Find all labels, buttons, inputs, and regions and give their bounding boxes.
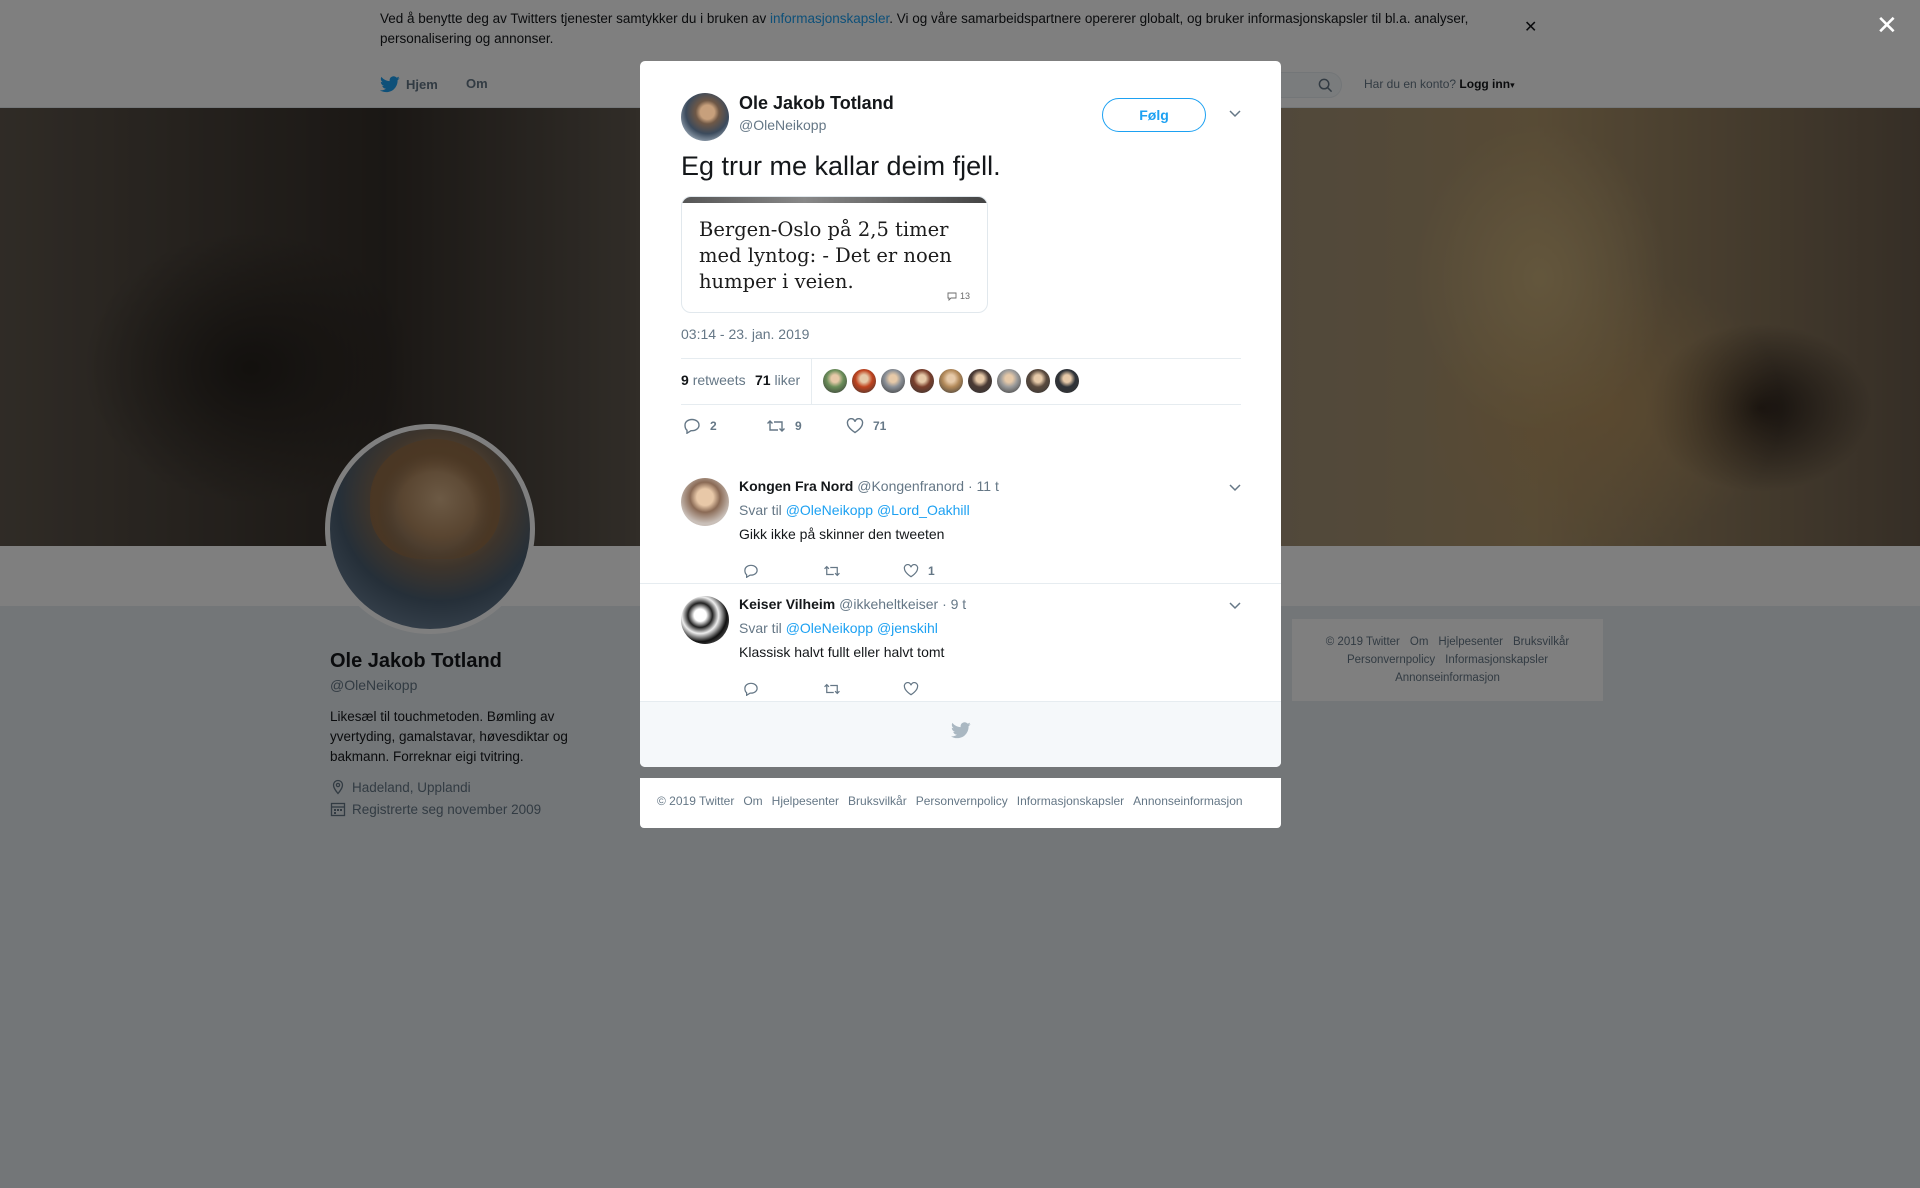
reply-to-label: Svar til <box>739 502 782 518</box>
liker-avatar[interactable] <box>939 369 963 393</box>
reply-text: Klassisk halvt fullt eller halvt tomt <box>739 644 945 660</box>
liker-avatar[interactable] <box>852 369 876 393</box>
footer-link[interactable]: Bruksvilkår <box>848 794 907 808</box>
likes-label: liker <box>774 372 801 388</box>
footer-link[interactable]: © 2019 Twitter <box>657 794 734 808</box>
retweet-icon <box>824 565 840 577</box>
reply-icon <box>744 682 758 696</box>
tweet-text: Eg trur me kallar deim fjell. <box>681 151 1001 181</box>
reply-to-label: Svar til <box>739 620 782 636</box>
reply-author-name[interactable]: Kongen Fra Nord <box>739 478 853 494</box>
reply-action[interactable] <box>743 564 823 578</box>
reply-action[interactable] <box>743 682 823 696</box>
card-image <box>682 197 987 203</box>
card-headline: Bergen-Oslo på 2,5 timer med lyntog: - D… <box>699 218 952 293</box>
tweet-author-avatar[interactable] <box>681 93 729 141</box>
reply-header: Kongen Fra Nord @Kongenfranord · 11 t <box>739 478 999 494</box>
tweet-actions: 2 9 71 <box>683 418 886 434</box>
chevron-down-icon[interactable] <box>1228 480 1242 494</box>
liker-avatar[interactable] <box>881 369 905 393</box>
mention-link[interactable]: @Lord_Oakhill <box>877 502 970 518</box>
likes-count: 71 <box>755 372 771 388</box>
link-preview-card[interactable]: Bergen-Oslo på 2,5 timer med lyntog: - D… <box>681 196 988 313</box>
retweet-action[interactable] <box>823 682 903 696</box>
liker-avatar[interactable] <box>910 369 934 393</box>
reply-time[interactable]: · 11 t <box>968 478 999 494</box>
card-comment-count: 13 <box>947 291 970 301</box>
twitter-bird-icon <box>951 722 971 739</box>
reply-author-name[interactable]: Keiser Vilheim <box>739 596 835 612</box>
tweet-author-handle[interactable]: @OleNeikopp <box>739 117 826 133</box>
reply-action[interactable]: 2 <box>683 418 766 434</box>
reply-header: Keiser Vilheim @ikkeheltkeiser · 9 t <box>739 596 966 612</box>
likes-stat[interactable]: 71 liker <box>755 372 800 388</box>
reply-avatar[interactable] <box>681 596 729 644</box>
retweet-count: 9 <box>795 419 802 433</box>
retweet-action[interactable]: 9 <box>766 418 846 434</box>
heart-icon <box>903 564 919 578</box>
retweet-action[interactable] <box>823 564 903 578</box>
heart-icon <box>846 418 864 434</box>
mention-link[interactable]: @OleNeikopp <box>786 620 873 636</box>
tweet-modal: Ole Jakob Totland @OleNeikopp Følg Eg tr… <box>640 61 1281 767</box>
liker-avatar[interactable] <box>1026 369 1050 393</box>
reply-author-handle[interactable]: @ikkeheltkeiser <box>839 596 938 612</box>
tweet-author-name[interactable]: Ole Jakob Totland <box>739 93 894 114</box>
reply-icon <box>744 564 758 578</box>
modal-bottom-area <box>640 701 1281 767</box>
liker-avatar[interactable] <box>1055 369 1079 393</box>
reply-actions <box>743 682 928 696</box>
stats-divider <box>811 359 812 405</box>
modal-footer: © 2019 Twitter Om Hjelpesenter Bruksvilkår P… <box>640 778 1281 828</box>
like-action[interactable]: 1 <box>903 564 935 578</box>
tweet-timestamp[interactable]: 03:14 - 23. jan. 2019 <box>681 326 809 342</box>
retweets-stat[interactable]: 9 retweets <box>681 372 746 388</box>
reply-like-count: 1 <box>928 564 935 578</box>
reply-time[interactable]: · 9 t <box>942 596 966 612</box>
footer-link[interactable]: Hjelpesenter <box>772 794 839 808</box>
reply-icon <box>684 418 700 434</box>
footer-link[interactable]: Om <box>743 794 762 808</box>
liker-avatar[interactable] <box>997 369 1021 393</box>
footer-link[interactable]: Annonseinformasjon <box>1133 794 1242 808</box>
reply-to-line: Svar til @OleNeikopp @jenskihl <box>739 620 938 636</box>
footer-link[interactable]: Informasjonskapsler <box>1017 794 1124 808</box>
reply-count: 2 <box>710 419 717 433</box>
liker-avatars <box>823 369 1079 393</box>
card-comment-count-value: 13 <box>959 291 970 301</box>
reply-actions: 1 <box>743 564 935 578</box>
like-count: 71 <box>873 419 887 433</box>
mention-link[interactable]: @OleNeikopp <box>786 502 873 518</box>
retweet-icon <box>767 420 785 432</box>
reply-text: Gikk ikke på skinner den tweeten <box>739 526 945 542</box>
footer-link[interactable]: Personvernpolicy <box>916 794 1008 808</box>
tweet-stats: 9 retweets 71 liker <box>681 358 1241 405</box>
like-action[interactable]: 71 <box>846 418 886 434</box>
reply-to-line: Svar til @OleNeikopp @Lord_Oakhill <box>739 502 970 518</box>
comment-icon <box>947 292 957 301</box>
reply-author-handle[interactable]: @Kongenfranord <box>857 478 964 494</box>
heart-icon <box>903 682 919 696</box>
mention-link[interactable]: @jenskihl <box>877 620 938 636</box>
close-modal-icon[interactable]: ✕ <box>1876 12 1898 38</box>
reply-avatar[interactable] <box>681 478 729 526</box>
liker-avatar[interactable] <box>968 369 992 393</box>
like-action[interactable] <box>903 682 928 696</box>
chevron-down-icon[interactable] <box>1228 598 1242 612</box>
liker-avatar[interactable] <box>823 369 847 393</box>
retweets-count: 9 <box>681 372 689 388</box>
follow-button[interactable]: Følg <box>1102 98 1206 132</box>
retweets-label: retweets <box>692 372 746 388</box>
chevron-down-icon[interactable] <box>1228 106 1242 120</box>
reply-divider <box>640 583 1281 584</box>
retweet-icon <box>824 683 840 695</box>
